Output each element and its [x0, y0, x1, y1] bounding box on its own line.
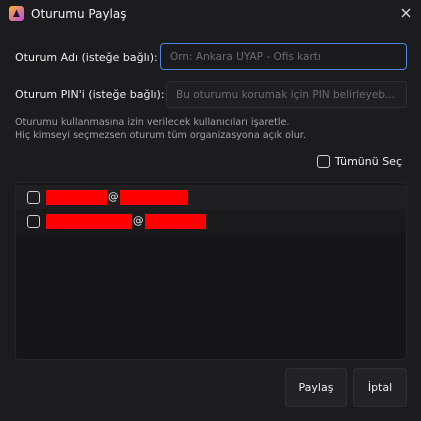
session-pin-input[interactable]: [166, 81, 407, 108]
redacted-username: [46, 213, 132, 229]
session-pin-label: Oturum PIN'i (isteğe bağlı):: [15, 88, 165, 101]
redacted-domain: [119, 189, 188, 205]
cancel-button[interactable]: İptal: [353, 368, 407, 407]
select-all-checkbox[interactable]: Tümünü Seç: [316, 155, 402, 168]
user-list[interactable]: @ @: [15, 182, 407, 360]
at-sign: @: [133, 215, 144, 227]
select-all-box[interactable]: [316, 155, 330, 168]
info-line-1: Oturumu kullanmasına izin verilecek kull…: [15, 117, 290, 128]
at-sign: @: [108, 191, 119, 203]
list-item[interactable]: @: [16, 185, 406, 209]
redacted-domain: [144, 213, 206, 229]
redacted-username: [46, 189, 107, 205]
list-item[interactable]: @: [16, 209, 406, 233]
session-name-label: Oturum Adı (isteğe bağlı):: [15, 51, 158, 64]
app-logo-icon: [9, 6, 24, 21]
info-text: Oturumu kullanmasına izin verilecek kull…: [15, 116, 306, 142]
info-line-2: Hiç kimseyi seçmezsen oturum tüm organiz…: [15, 130, 306, 141]
user-checkbox[interactable]: [27, 214, 40, 228]
share-session-dialog: Oturumu Paylaş Oturum Adı (isteğe bağlı)…: [0, 0, 421, 421]
title-bar: Oturumu Paylaş: [0, 0, 421, 30]
close-icon[interactable]: [399, 6, 413, 20]
select-all-label: Tümünü Seç: [334, 155, 402, 168]
share-button[interactable]: Paylaş: [285, 368, 347, 407]
user-checkbox[interactable]: [27, 190, 40, 204]
window-title: Oturumu Paylaş: [31, 7, 127, 21]
session-name-input[interactable]: [160, 43, 407, 70]
